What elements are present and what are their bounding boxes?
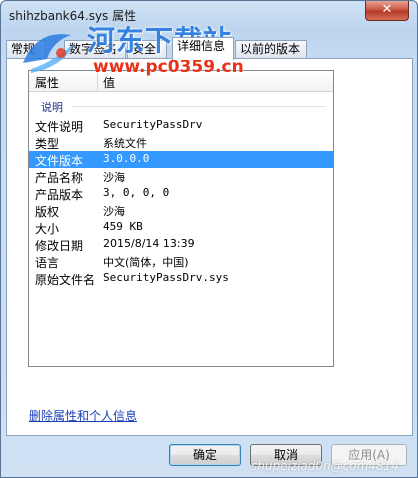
list-item[interactable]: 大小 459 KB (29, 219, 333, 236)
list-item[interactable]: 修改日期 2015/8/14 13:39 (29, 236, 333, 253)
property-name: 原始文件名 (35, 273, 96, 287)
details-panel: 属性 值 说明 文件说明 SecurityPassDrv 类型 系统文件 文件版… (6, 58, 413, 436)
property-value: 沙海 (103, 171, 125, 184)
property-name: 修改日期 (35, 239, 84, 253)
property-value: 系统文件 (103, 137, 147, 150)
list-item[interactable]: 类型 系统文件 (29, 134, 333, 151)
property-value: 2015/8/14 13:39 (103, 237, 195, 250)
tab-details[interactable]: 详细信息 (172, 37, 234, 60)
close-button[interactable]: ✕ (365, 1, 409, 21)
property-name: 文件版本 (35, 154, 84, 168)
list-item[interactable]: 文件说明 SecurityPassDrv (29, 117, 333, 134)
list-item[interactable]: 产品版本 3, 0, 0, 0 (29, 185, 333, 202)
watermark-logo-icon (23, 34, 75, 73)
property-value: SecurityPassDrv (103, 118, 203, 131)
property-name: 产品版本 (35, 188, 84, 202)
tab-previous-versions[interactable]: 以前的版本 (235, 40, 307, 59)
property-name: 大小 (35, 222, 60, 236)
property-list[interactable]: 属性 值 说明 文件说明 SecurityPassDrv 类型 系统文件 文件版… (28, 70, 334, 367)
property-name: 文件说明 (35, 120, 84, 134)
list-item[interactable]: 版权 沙海 (29, 202, 333, 219)
remove-properties-link[interactable]: 删除属性和个人信息 (29, 407, 137, 424)
close-icon: ✕ (381, 2, 393, 17)
property-value: 中文(简体，中国) (103, 256, 189, 269)
property-value: 3, 0, 0, 0 (103, 186, 170, 199)
watermark-site-url: www.pc0359.cn (93, 57, 244, 77)
properties-window: shihzbank64.sys 属性 ✕ 常规 数字签名 安全 详细信息 以前的… (0, 0, 418, 478)
property-value: 459 KB (103, 220, 143, 233)
watermark-footer-text: shupeiziad0n@com4814 (251, 459, 399, 473)
list-item[interactable]: 产品名称 沙海 (29, 168, 333, 185)
property-name: 语言 (35, 256, 60, 270)
property-value: SecurityPassDrv.sys (103, 271, 229, 284)
list-item[interactable]: 语言 中文(简体，中国) (29, 253, 333, 270)
list-item[interactable]: 原始文件名 SecurityPassDrv.sys (29, 270, 333, 287)
list-item-selected[interactable]: 文件版本 3.0.0.0 (29, 151, 333, 168)
group-divider (71, 106, 326, 107)
property-value: 沙海 (103, 205, 125, 218)
property-name: 类型 (35, 137, 60, 151)
property-name: 版权 (35, 205, 60, 219)
property-value: 3.0.0.0 (103, 152, 150, 165)
property-name: 产品名称 (35, 171, 84, 185)
group-header-description: 说明 (41, 101, 63, 114)
ok-button[interactable]: 确定 (169, 444, 241, 466)
